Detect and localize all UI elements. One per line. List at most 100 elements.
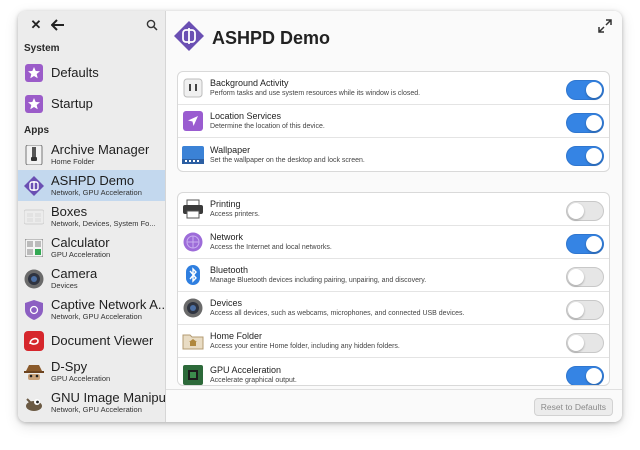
section-label-apps: Apps <box>24 125 49 136</box>
permission-title: Devices <box>210 298 243 308</box>
permission-title: Background Activity <box>210 78 289 88</box>
sidebar-item-d-spy[interactable]: D-Spy GPU Acceleration <box>18 356 165 387</box>
expand-icon[interactable] <box>598 19 612 33</box>
sidebar-item-label: Camera <box>51 267 98 281</box>
permission-title: Wallpaper <box>210 144 251 155</box>
close-icon[interactable]: ✕ <box>28 17 44 33</box>
footer-divider <box>166 389 622 390</box>
sidebar-item-permissions: Network, GPU Acceleration <box>51 188 142 197</box>
sidebar-item-permissions: GPU Acceleration <box>51 374 111 383</box>
sidebar-item-permissions: Network, GPU Acceleration <box>51 405 142 414</box>
boxes-icon <box>24 207 44 227</box>
permission-title: Home Folder <box>210 331 263 341</box>
sidebar-item-permissions: GPU Acceleration <box>51 250 111 259</box>
sidebar-item-permissions: Network, Devices, System Fo... <box>51 219 156 228</box>
sidebar-item-archive-manager[interactable]: Archive Manager Home Folder <box>18 139 165 170</box>
devices-toggle[interactable] <box>566 300 604 320</box>
sidebar-item-permissions: Home Folder <box>51 157 95 166</box>
permission-description: Determine the location of this device. <box>210 123 325 130</box>
permission-row-location: Location Services Determine the location… <box>178 105 609 138</box>
sidebar-item-ashpd-demo[interactable]: ASHPD Demo Network, GPU Acceleration <box>18 170 165 201</box>
app-header: ASHPD Demo <box>174 20 331 56</box>
archive-icon <box>24 144 44 165</box>
sidebar-item-label: Calculator <box>51 236 110 250</box>
sidebar-item-label: Startup <box>51 96 93 111</box>
app-window: ✕ System Defaults Startup Apps Archive M… <box>18 11 622 422</box>
permission-description: Manage Bluetooth devices including pairi… <box>210 277 427 284</box>
permission-row-wallpaper: Wallpaper Set the wallpaper on the deskt… <box>178 138 609 171</box>
sidebar-item-defaults[interactable]: Defaults <box>18 57 165 88</box>
shield-icon <box>24 299 44 320</box>
background-icon <box>182 77 204 99</box>
section-label-system: System <box>24 43 60 54</box>
permission-description: Access the Internet and local networks. <box>210 244 332 251</box>
camera-icon <box>24 269 44 289</box>
sidebar-item-label: GNU Image Manipu... <box>51 391 165 405</box>
devices-icon <box>182 297 204 319</box>
sidebar-item-label: D-Spy <box>51 360 88 374</box>
permission-row-devices: Devices Access all devices, such as webc… <box>178 292 609 325</box>
permission-description: Accelerate graphical output. <box>210 376 297 384</box>
back-arrow-icon[interactable] <box>50 17 66 33</box>
printer-icon <box>182 198 204 220</box>
permission-row-gpu: GPU Acceleration Accelerate graphical ou… <box>178 358 609 386</box>
sidebar-item-document-viewer[interactable]: Document Viewer <box>18 325 165 356</box>
document-viewer-icon <box>24 330 44 351</box>
gimp-icon <box>24 393 44 413</box>
location-icon <box>182 110 204 132</box>
permission-description: Access printers. <box>210 211 260 218</box>
sidebar-header: ✕ <box>18 11 165 39</box>
permission-description: Set the wallpaper on the desktop and loc… <box>210 156 365 164</box>
reset-to-defaults-button[interactable]: Reset to Defaults <box>533 398 613 416</box>
background-activity-toggle[interactable] <box>566 80 604 100</box>
permission-description: Perform tasks and use system resources w… <box>210 90 421 97</box>
permission-title: Printing <box>210 199 241 209</box>
permissions-group-portal: Background Activity Perform tasks and us… <box>177 71 610 172</box>
sidebar-item-gimp[interactable]: GNU Image Manipu... Network, GPU Acceler… <box>18 387 165 418</box>
star-icon <box>24 94 44 114</box>
sidebar-item-label: Archive Manager <box>51 143 150 157</box>
spy-icon <box>24 362 44 382</box>
permission-row-printing: Printing Access printers. <box>178 193 609 226</box>
sidebar-item-captive-network[interactable]: Captive Network A... Network, GPU Accele… <box>18 294 165 325</box>
sidebar-item-calculator[interactable]: Calculator GPU Acceleration <box>18 232 165 263</box>
network-toggle[interactable] <box>566 234 604 254</box>
permission-title: Bluetooth <box>210 265 249 275</box>
bluetooth-icon <box>182 264 204 286</box>
gpu-acceleration-toggle[interactable] <box>566 366 604 385</box>
page-title: ASHPD Demo <box>212 27 331 48</box>
printing-toggle[interactable] <box>566 201 604 221</box>
wallpaper-toggle[interactable] <box>566 146 604 166</box>
sidebar-item-label: Boxes <box>51 205 88 219</box>
permission-description: Access all devices, such as webcams, mic… <box>210 310 465 317</box>
sidebar: ✕ System Defaults Startup Apps Archive M… <box>18 11 166 422</box>
network-icon <box>182 231 204 253</box>
sidebar-item-permissions: Devices <box>51 281 78 290</box>
gpu-icon <box>182 364 204 386</box>
sidebar-item-boxes[interactable]: Boxes Network, Devices, System Fo... <box>18 201 165 232</box>
sidebar-item-label: Captive Network A... <box>51 298 165 312</box>
main-panel: ASHPD Demo Background Activity Perform t… <box>166 11 622 422</box>
home-folder-icon <box>182 330 204 352</box>
permission-description: Access your entire Home folder, includin… <box>210 343 400 350</box>
ashpd-icon <box>174 20 204 56</box>
sidebar-item-startup[interactable]: Startup <box>18 88 165 119</box>
permission-row-network: Network Access the Internet and local ne… <box>178 226 609 259</box>
permission-title: Location Services <box>210 111 282 121</box>
sidebar-item-camera[interactable]: Camera Devices <box>18 263 165 294</box>
permission-row-background: Background Activity Perform tasks and us… <box>178 72 609 105</box>
wallpaper-icon <box>182 144 204 166</box>
bluetooth-toggle[interactable] <box>566 267 604 287</box>
calculator-icon <box>24 238 44 258</box>
permissions-group-sandbox: Printing Access printers. Network Access… <box>177 192 610 386</box>
home-folder-toggle[interactable] <box>566 333 604 353</box>
star-icon <box>24 63 44 83</box>
sidebar-item-label: Defaults <box>51 65 99 80</box>
permission-row-home-folder: Home Folder Access your entire Home fold… <box>178 325 609 358</box>
location-services-toggle[interactable] <box>566 113 604 133</box>
permission-row-bluetooth: Bluetooth Manage Bluetooth devices inclu… <box>178 259 609 292</box>
sidebar-item-label: Document Viewer <box>51 333 154 348</box>
sidebar-item-permissions: Network, GPU Acceleration <box>51 312 142 321</box>
permission-title: GPU Acceleration <box>210 364 282 375</box>
search-icon[interactable] <box>144 17 160 33</box>
